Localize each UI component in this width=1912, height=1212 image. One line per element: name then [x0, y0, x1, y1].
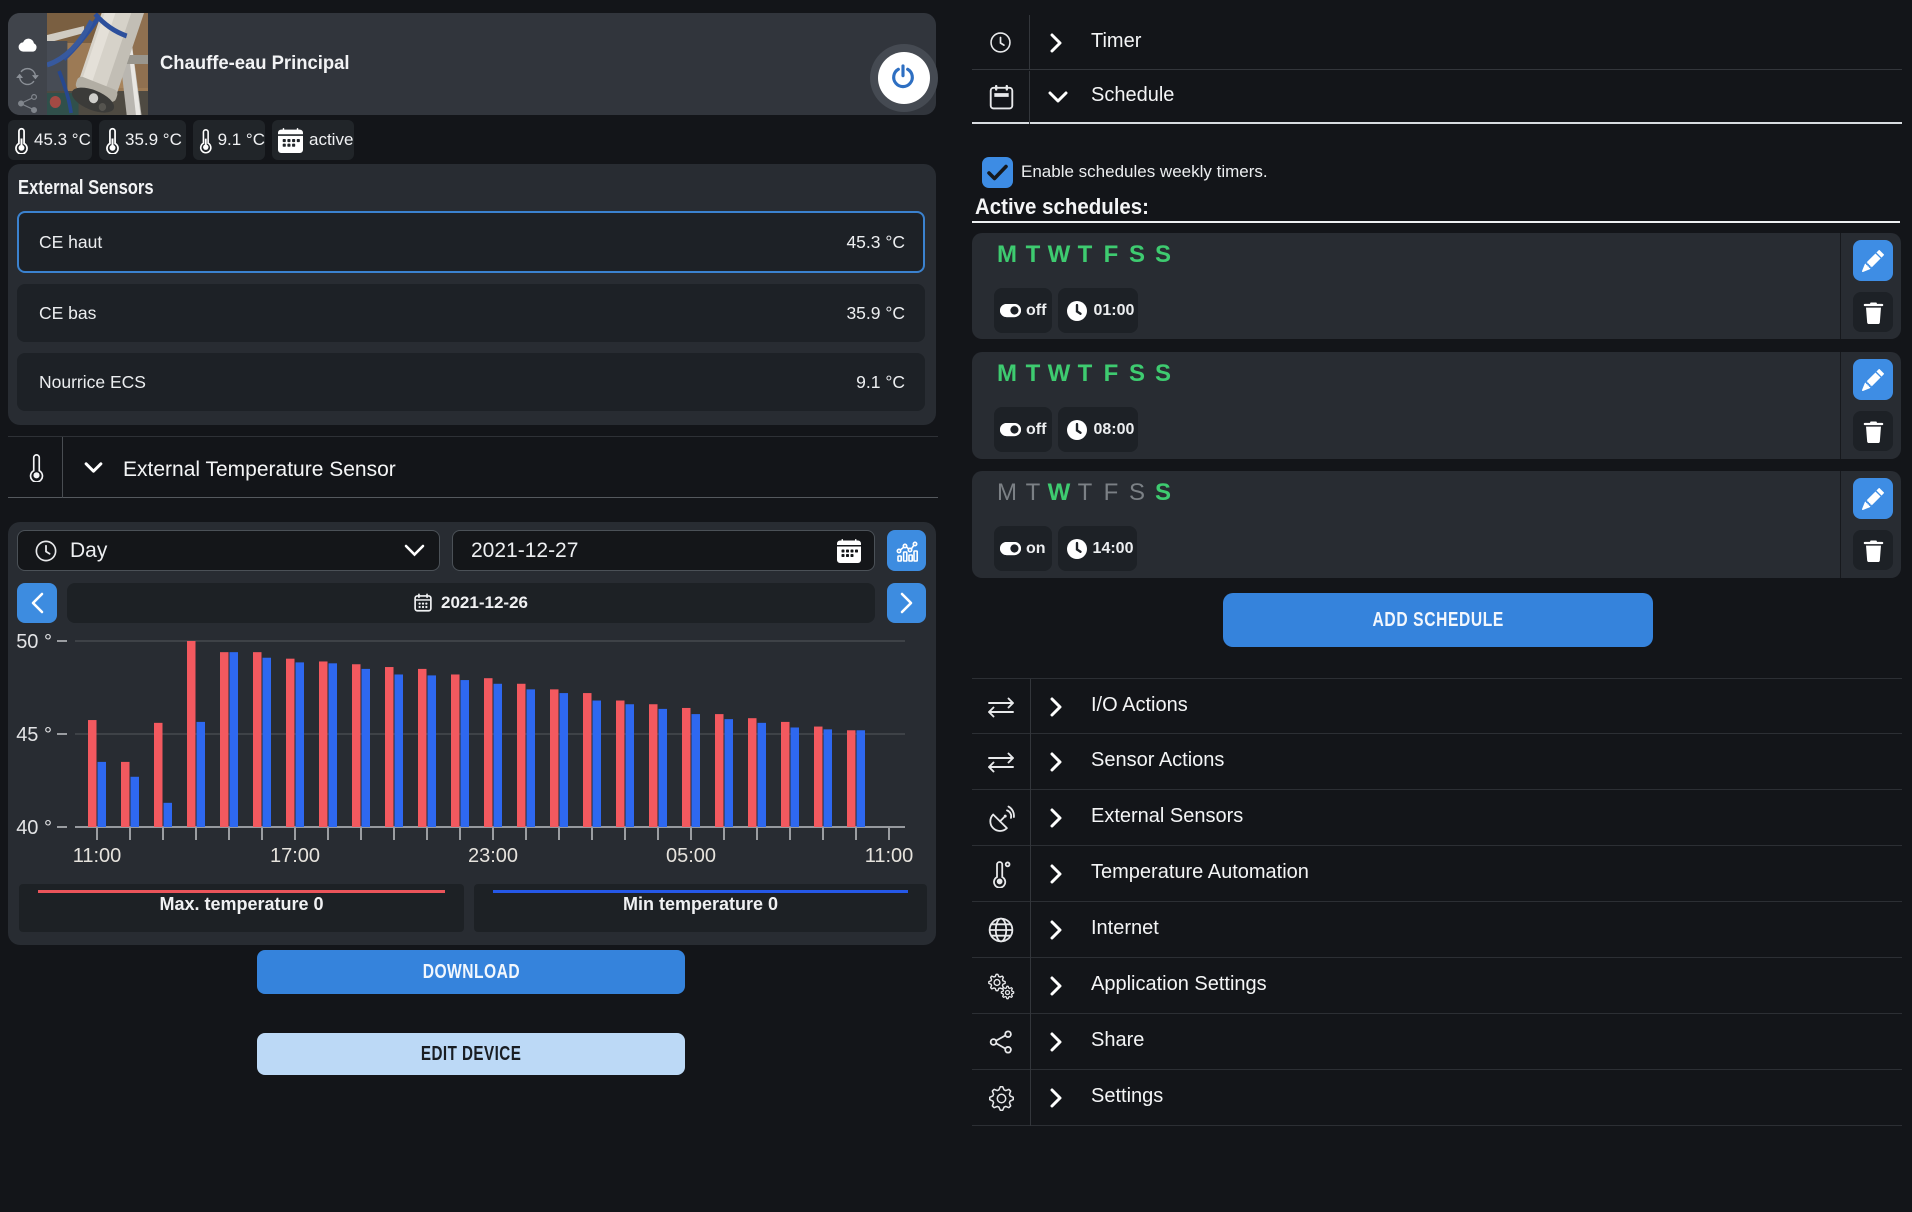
svg-text:11:00: 11:00 [73, 845, 122, 867]
svg-text:50 °: 50 ° [16, 631, 52, 653]
svg-text:11:00: 11:00 [865, 845, 914, 867]
svg-text:23:00: 23:00 [468, 845, 518, 867]
svg-text:45 °: 45 ° [16, 724, 52, 746]
svg-text:05:00: 05:00 [666, 845, 716, 867]
svg-text:17:00: 17:00 [270, 845, 320, 867]
svg-text:40 °: 40 ° [16, 817, 52, 839]
